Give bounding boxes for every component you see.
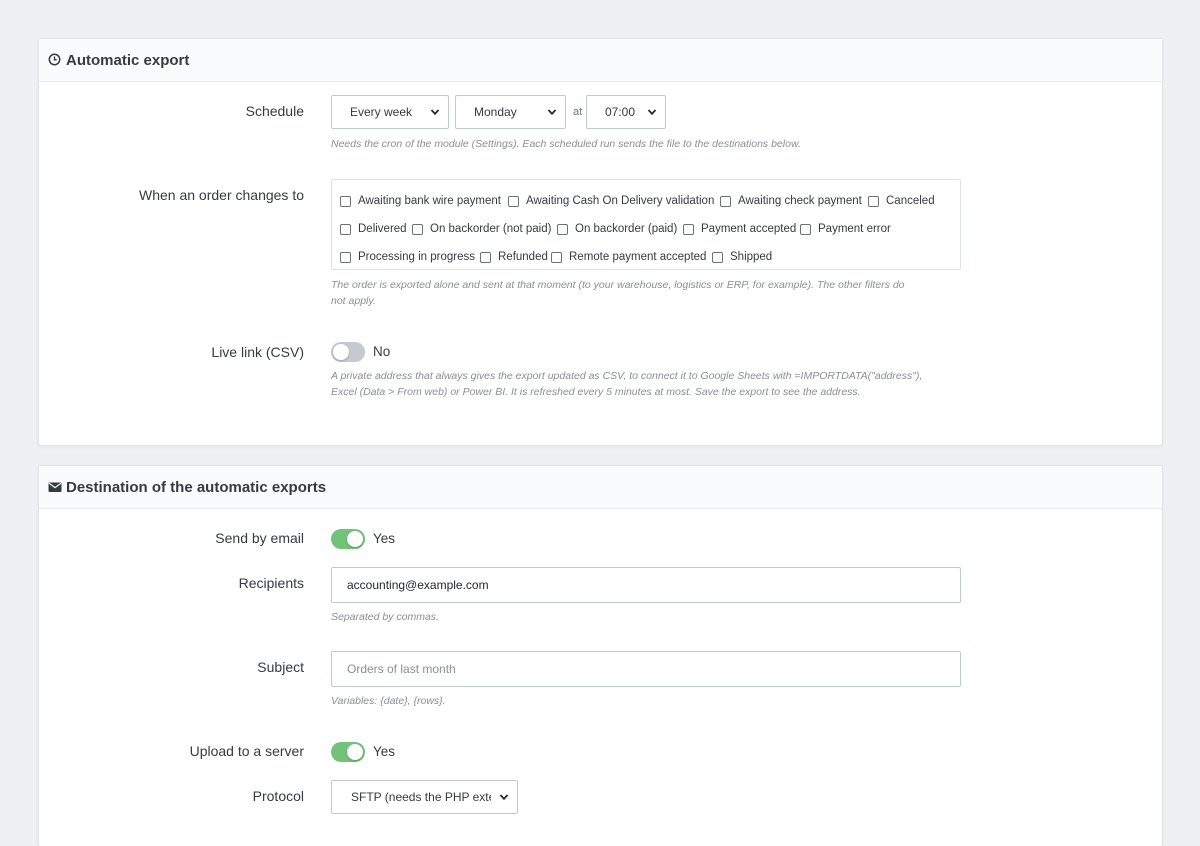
send-email-state: Yes [373, 531, 396, 546]
recipients-help: Separated by commas. [331, 611, 439, 623]
checkbox[interactable] [412, 223, 423, 235]
protocol-label: Protocol [252, 788, 304, 804]
order-change-label: When an order changes to [139, 187, 304, 203]
subject-input[interactable]: Orders of last month [331, 651, 961, 687]
upload-state: Yes [373, 744, 396, 759]
automatic-export-panel: Automatic export Schedule Every week Mon… [38, 38, 1163, 446]
checkbox[interactable] [480, 251, 491, 263]
schedule-label: Schedule [245, 103, 304, 119]
destination-panel: Destination of the automatic exports Sen… [38, 465, 1163, 846]
chevron-down-icon [430, 109, 440, 116]
toggle-knob [333, 344, 349, 360]
order-change-help-line1: The order is exported alone and sent at … [331, 279, 905, 291]
send-email-label: Send by email [215, 530, 304, 546]
recipients-value: accounting@example.com [347, 578, 489, 592]
chevron-down-icon [499, 794, 509, 801]
automatic-export-header: Automatic export [39, 39, 1162, 82]
subject-help: Variables: {date}, {rows}. [331, 695, 446, 707]
envelope-icon [48, 480, 62, 494]
checkbox[interactable] [712, 251, 723, 263]
day-select[interactable]: Monday [455, 95, 566, 129]
status-checkbox[interactable]: Canceled [868, 195, 935, 207]
frequency-select[interactable]: Every week [331, 95, 449, 129]
checkbox[interactable] [551, 251, 562, 263]
live-link-help-line2: Excel (Data > From web) or Power BI. It … [331, 386, 861, 398]
time-select[interactable]: 07:00 [586, 95, 666, 129]
checkbox[interactable] [508, 195, 519, 207]
status-checkbox[interactable]: Refunded [480, 251, 548, 263]
destination-header: Destination of the automatic exports [39, 466, 1162, 509]
recipients-input[interactable]: accounting@example.com [331, 567, 961, 603]
checkbox[interactable] [340, 223, 351, 235]
protocol-select[interactable]: SFTP (needs the PHP exter [331, 780, 518, 814]
destination-title: Destination of the automatic exports [66, 478, 327, 496]
chevron-down-icon [547, 109, 557, 116]
clock-icon [48, 53, 62, 67]
toggle-knob [347, 744, 363, 760]
upload-toggle[interactable] [331, 742, 365, 762]
status-checkbox[interactable]: Payment error [800, 223, 891, 235]
subject-placeholder: Orders of last month [347, 662, 456, 676]
status-checkbox[interactable]: Payment accepted [683, 223, 796, 235]
checkbox[interactable] [340, 251, 351, 263]
status-checkbox[interactable]: On backorder (not paid) [412, 223, 551, 235]
upload-label: Upload to a server [189, 743, 304, 759]
checkbox[interactable] [340, 195, 351, 207]
checkbox[interactable] [720, 195, 731, 207]
time-value: 07:00 [605, 105, 636, 119]
live-link-toggle[interactable] [331, 342, 365, 362]
status-checkbox[interactable]: On backorder (paid) [557, 223, 677, 235]
status-checkbox[interactable]: Delivered [340, 223, 407, 235]
live-link-label: Live link (CSV) [211, 344, 304, 360]
schedule-help: Needs the cron of the module (Settings).… [331, 138, 801, 150]
protocol-value: SFTP (needs the PHP exter [351, 790, 491, 804]
status-checkbox[interactable]: Shipped [712, 251, 772, 263]
automatic-export-title: Automatic export [66, 51, 190, 69]
at-label: at [573, 106, 583, 118]
subject-label: Subject [257, 659, 304, 675]
toggle-knob [347, 531, 363, 547]
day-value: Monday [474, 105, 517, 119]
recipients-label: Recipients [238, 575, 304, 591]
checkbox[interactable] [868, 195, 879, 207]
checkbox[interactable] [683, 223, 694, 235]
order-change-help-line2: not apply. [331, 295, 376, 307]
status-checkbox[interactable]: Remote payment accepted [551, 251, 706, 263]
status-checkbox[interactable]: Awaiting bank wire payment [340, 195, 501, 207]
status-checkbox[interactable]: Processing in progress [340, 251, 475, 263]
status-checkbox[interactable]: Awaiting Cash On Delivery validation [508, 195, 714, 207]
frequency-value: Every week [350, 105, 413, 119]
checkbox[interactable] [800, 223, 811, 235]
order-status-checkbox-group: Awaiting bank wire payment Awaiting Cash… [331, 179, 961, 270]
chevron-down-icon [647, 109, 657, 116]
live-link-state: No [373, 344, 391, 359]
checkbox[interactable] [557, 223, 568, 235]
send-email-toggle[interactable] [331, 529, 365, 549]
live-link-help-line1: A private address that always gives the … [331, 370, 923, 382]
status-checkbox[interactable]: Awaiting check payment [720, 195, 862, 207]
